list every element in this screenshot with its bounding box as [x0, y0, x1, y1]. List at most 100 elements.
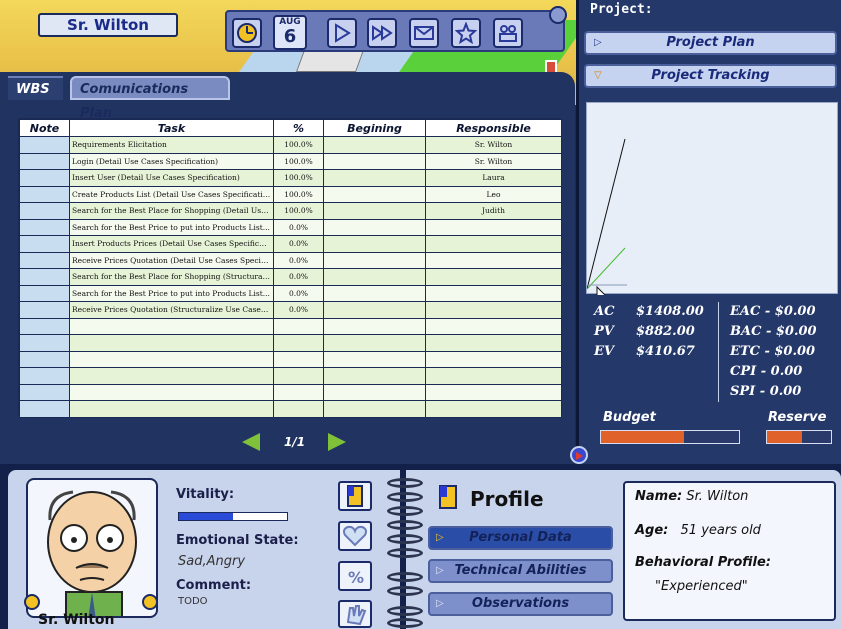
- map-building: [295, 50, 365, 72]
- responsible-cell: [425, 268, 562, 286]
- task-cell: [69, 350, 274, 368]
- personal-data-button[interactable]: ▷ Personal Data: [428, 526, 613, 550]
- observations-button[interactable]: ▷ Observations: [428, 592, 613, 616]
- percent-cell: [273, 383, 324, 401]
- percent-cell: 100.0%: [273, 185, 324, 203]
- next-page-arrow-icon[interactable]: [328, 433, 346, 451]
- ring: [387, 506, 423, 516]
- percent-cell: 0.0%: [273, 218, 324, 236]
- chevron-right-icon: ▷: [436, 565, 444, 576]
- play-icon: [335, 23, 351, 43]
- task-cell: Search for the Best Price to put into Pr…: [69, 284, 274, 302]
- star-button[interactable]: [451, 18, 481, 48]
- pv-value: $882.00: [636, 324, 695, 339]
- profile-icon-button[interactable]: [338, 481, 372, 511]
- table-row[interactable]: Insert Products Prices (Detail Use Cases…: [19, 235, 562, 253]
- ac-label: AC: [594, 304, 615, 319]
- collapse-toolbar-button[interactable]: [549, 6, 567, 24]
- table-row[interactable]: [19, 350, 562, 368]
- column-task[interactable]: Task: [69, 119, 274, 137]
- table-row[interactable]: [19, 317, 562, 335]
- note-cell: [19, 185, 70, 203]
- chevron-right-icon: ▷: [594, 37, 602, 48]
- technical-abilities-button[interactable]: ▷ Technical Abilities: [428, 559, 613, 583]
- begin-cell: [323, 350, 426, 368]
- responsible-cell: [425, 251, 562, 269]
- table-row[interactable]: Receive Prices Quotation (Detail Use Cas…: [19, 251, 562, 269]
- responsible-cell: Sr. Wilton: [425, 152, 562, 170]
- clock-button[interactable]: [232, 18, 262, 48]
- note-cell: [19, 202, 70, 220]
- responsible-cell: [425, 383, 562, 401]
- ring: [387, 492, 423, 502]
- chevron-down-icon: ▽: [594, 70, 602, 81]
- prev-character-button[interactable]: [24, 594, 40, 610]
- percent-cell: 100.0%: [273, 169, 324, 187]
- name-label: Name:: [635, 489, 683, 504]
- table-row[interactable]: [19, 400, 562, 418]
- ring: [387, 534, 423, 544]
- task-cell: [69, 383, 274, 401]
- chevron-right-icon: ▷: [436, 532, 444, 543]
- tab-communications-plan[interactable]: Comunications Plan: [70, 76, 230, 121]
- table-row[interactable]: [19, 334, 562, 352]
- table-row[interactable]: Search for the Best Price to put into Pr…: [19, 218, 562, 236]
- percent-cell: 100.0%: [273, 136, 324, 154]
- task-cell: Search for the Best Place for Shopping (…: [69, 268, 274, 286]
- percent-cell: 100.0%: [273, 202, 324, 220]
- project-plan-button[interactable]: ▷ Project Plan: [584, 31, 837, 55]
- note-cell: [19, 383, 70, 401]
- column-note[interactable]: Note: [19, 119, 70, 137]
- table-row[interactable]: Login (Detail Use Cases Specification) 10…: [19, 152, 562, 170]
- tab-wbs[interactable]: WBS: [8, 76, 63, 100]
- tracking-chart-svg: [586, 138, 627, 306]
- table-row[interactable]: [19, 367, 562, 385]
- begin-cell: [323, 136, 426, 154]
- column-responsible[interactable]: Responsible: [425, 119, 562, 137]
- fast-forward-button[interactable]: [367, 18, 397, 48]
- project-tracking-button[interactable]: ▽ Project Tracking: [584, 64, 837, 88]
- next-character-button[interactable]: [142, 594, 158, 610]
- table-row[interactable]: Create Products List (Detail Use Cases S…: [19, 185, 562, 203]
- expand-panel-button[interactable]: [570, 446, 588, 464]
- ring: [387, 520, 423, 530]
- responsible-cell: [425, 334, 562, 352]
- percent-cell: [273, 400, 324, 418]
- column-percent[interactable]: %: [273, 119, 324, 137]
- emotion-icon-button[interactable]: [338, 521, 372, 551]
- percent-cell: 100.0%: [273, 152, 324, 170]
- chevron-right-icon: ▷: [436, 598, 444, 609]
- responsible-cell: [425, 218, 562, 236]
- task-cell: Create Products List (Detail Use Cases S…: [69, 185, 274, 203]
- percent-cell: 0.0%: [273, 284, 324, 302]
- character-name-tag: Sr. Wilton: [38, 13, 178, 37]
- table-row[interactable]: Insert User (Detail Use Cases Specificat…: [19, 169, 562, 187]
- percent-icon-button[interactable]: %: [338, 561, 372, 591]
- table-row[interactable]: Search for the Best Place for Shopping (…: [19, 268, 562, 286]
- column-begining[interactable]: Begining: [323, 119, 426, 137]
- responsible-cell: [425, 400, 562, 418]
- begin-cell: [323, 218, 426, 236]
- note-cell: [19, 268, 70, 286]
- emotional-state-value: Sad,Angry: [178, 554, 246, 569]
- table-row[interactable]: Search for the Best Price to put into Pr…: [19, 284, 562, 302]
- play-button[interactable]: [327, 18, 357, 48]
- ev-label: EV: [594, 344, 614, 359]
- prev-page-arrow-icon[interactable]: [242, 433, 260, 451]
- table-row[interactable]: Requirements Elicitation 100.0% Sr. Wilton: [19, 136, 562, 154]
- email-icon: [414, 26, 434, 40]
- email-button[interactable]: [409, 18, 439, 48]
- wbs-table: Note Task % Begining Responsible Require…: [18, 118, 562, 418]
- emotional-state-label: Emotional State:: [176, 533, 299, 548]
- team-button[interactable]: [493, 18, 523, 48]
- eac-value: EAC - $0.00: [730, 304, 816, 319]
- table-row[interactable]: Receive Prices Quotation (Structuralize …: [19, 301, 562, 319]
- hand-icon-button[interactable]: [338, 600, 372, 628]
- table-row[interactable]: Search for the Best Place for Shopping (…: [19, 202, 562, 220]
- note-cell: [19, 218, 70, 236]
- bac-value: BAC - $0.00: [730, 324, 817, 339]
- profile-name-row: Name: Sr. Wilton: [635, 489, 748, 504]
- table-row[interactable]: [19, 383, 562, 401]
- begin-cell: [323, 400, 426, 418]
- comment-value: TODO: [178, 596, 208, 607]
